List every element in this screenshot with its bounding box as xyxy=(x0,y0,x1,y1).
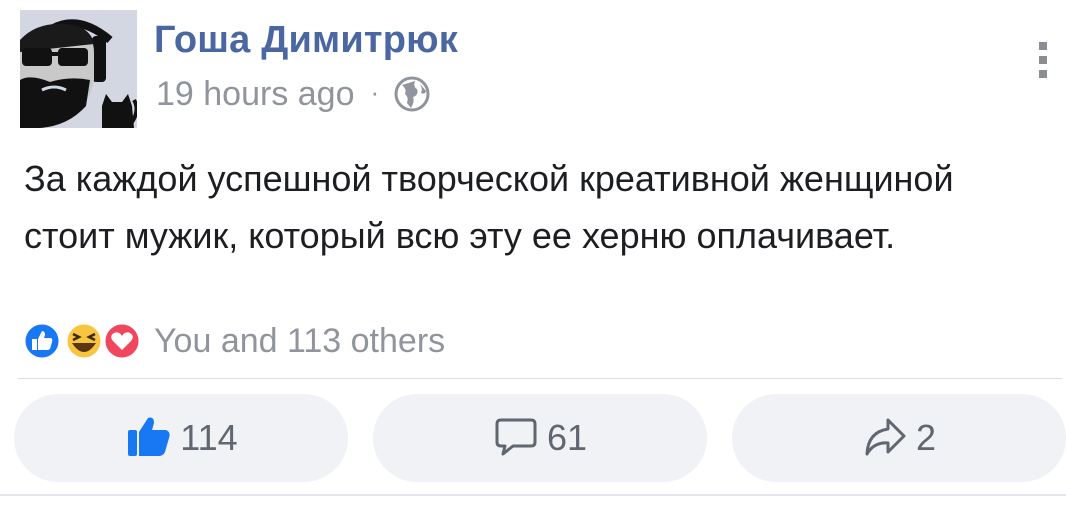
share-arrow-icon xyxy=(862,414,908,463)
love-icon xyxy=(102,321,142,361)
reaction-icons xyxy=(22,318,146,364)
like-count: 114 xyxy=(180,417,238,458)
globe-icon xyxy=(393,75,431,113)
share-button[interactable]: 2 xyxy=(732,394,1066,482)
comment-button[interactable]: 61 xyxy=(373,394,707,482)
kebab-menu-icon-dot-2 xyxy=(1039,56,1047,64)
share-count: 2 xyxy=(915,417,937,458)
post-meta: 19 hours ago · xyxy=(156,72,431,116)
like-button[interactable]: 114 xyxy=(14,394,348,482)
post-timestamp[interactable]: 19 hours ago xyxy=(156,75,355,114)
bottom-separator xyxy=(0,494,1066,496)
meta-separator: · xyxy=(370,77,380,107)
comment-bubble-icon xyxy=(493,414,539,463)
post-menu-button[interactable] xyxy=(1032,42,1054,82)
author-avatar[interactable] xyxy=(20,10,137,128)
author-name[interactable]: Гоша Димитрюк xyxy=(154,18,458,62)
comment-count: 61 xyxy=(546,417,588,458)
divider xyxy=(18,378,1062,379)
thumbs-up-icon xyxy=(124,414,172,463)
haha-icon xyxy=(64,321,104,361)
reactions-summary-text: You and 113 others xyxy=(154,321,446,360)
kebab-menu-icon-dot-3 xyxy=(1039,70,1047,78)
action-bar: 114 61 2 xyxy=(14,394,1066,482)
post-card: Гоша Димитрюк 19 hours ago · За каждой у… xyxy=(0,0,1066,512)
reactions-summary[interactable]: You and 113 others xyxy=(22,318,445,364)
like-icon xyxy=(22,321,62,361)
post-text: За каждой успешной творческой креативной… xyxy=(24,158,954,256)
kebab-menu-icon xyxy=(1039,42,1047,50)
